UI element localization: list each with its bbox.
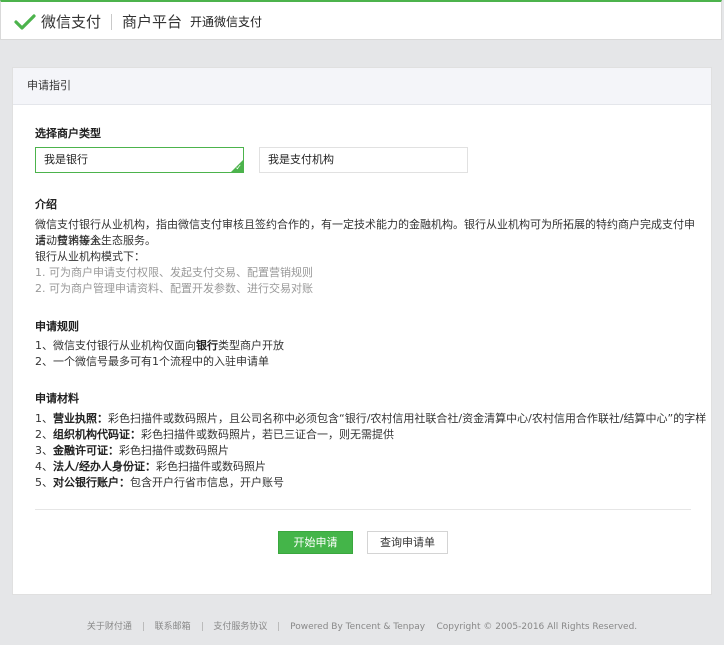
material-name: 法人/经办人身份证： <box>53 460 157 473</box>
content-divider <box>35 509 691 510</box>
footer-link-about[interactable]: 关于财付通 <box>87 622 132 632</box>
footer-link-agreement[interactable]: 支付服务协议 <box>213 622 267 632</box>
material-name: 金融许可证： <box>53 444 119 457</box>
start-application-button[interactable]: 开始申请 <box>278 531 353 554</box>
type-option-payment-institution[interactable]: 我是支付机构 <box>259 147 468 173</box>
type-option-label: 我是银行 <box>44 153 88 166</box>
footer-copyright: Copyright © 2005-2016 All Rights Reserve… <box>436 622 638 632</box>
footer-divider <box>201 622 203 631</box>
query-application-button[interactable]: 查询申请单 <box>367 531 448 554</box>
material-item: 2、组织机构代码证：彩色扫描件或数码照片，若已三证合一，则无需提供 <box>35 427 394 443</box>
rule-bold-text: 银行 <box>196 339 218 352</box>
mode-title: 银行从业机构模式下： <box>35 250 145 263</box>
open-wechat-pay-link[interactable]: 开通微信支付 <box>190 13 262 30</box>
material-num: 1、 <box>35 412 53 425</box>
materials-heading: 申请材料 <box>35 392 79 405</box>
check-icon: ✓ <box>235 163 242 172</box>
material-desc: 彩色扫描件或数码照片 <box>156 460 267 473</box>
mode-item: 2. 可为商户管理申请资料、配置开发参数、进行交易对账 <box>35 282 313 295</box>
brand-divider <box>111 13 113 30</box>
material-desc: 包含开户行省市信息，开户账号 <box>130 476 284 489</box>
type-option-label: 我是支付机构 <box>268 153 334 166</box>
material-item: 3、金融许可证：彩色扫描件或数码照片 <box>35 443 229 459</box>
rule-text: 1、微信支付银行从业机构仅面向 <box>35 339 196 352</box>
material-desc: 彩色扫描件或数码照片，且公司名称中必须包含“银行/农村信用社联合社/资金清算中心… <box>108 412 707 425</box>
rule-item-2: 2、一个微信号最多可有1个流程中的入驻申请单 <box>35 355 269 368</box>
brand-name: 微信支付 <box>41 13 102 31</box>
material-name: 营业执照： <box>53 412 108 425</box>
intro-heading: 介绍 <box>35 198 57 211</box>
intro-text-line2: 活动营销等全生态服务。 <box>35 234 156 247</box>
material-num: 4、 <box>35 460 53 473</box>
material-desc: 彩色扫描件或数码照片 <box>119 444 229 457</box>
material-name: 对公银行账户： <box>53 476 130 489</box>
rule-text: 类型商户开放 <box>218 339 284 352</box>
rules-heading: 申请规则 <box>35 320 79 333</box>
type-option-bank[interactable]: 我是银行 ✓ <box>35 147 244 173</box>
material-item: 5、对公银行账户：包含开户行省市信息，开户账号 <box>35 475 284 491</box>
material-num: 2、 <box>35 428 53 441</box>
select-type-heading: 选择商户类型 <box>35 127 101 140</box>
application-guide-card: 申请指引 选择商户类型 我是银行 ✓ 我是支付机构 介绍 微信支付银行从业机构，… <box>12 67 712 595</box>
footer-divider <box>142 622 144 631</box>
top-bar: 微信支付 商户平台 开通微信支付 <box>0 0 722 40</box>
material-desc: 彩色扫描件或数码照片，若已三证合一，则无需提供 <box>141 428 394 441</box>
brand: 微信支付 商户平台 开通微信支付 <box>13 11 262 32</box>
mode-item: 1. 可为商户申请支付权限、发起支付交易、配置营销规则 <box>35 266 313 279</box>
material-num: 3、 <box>35 444 53 457</box>
rule-item-1: 1、微信支付银行从业机构仅面向银行类型商户开放 <box>35 338 284 354</box>
footer-powered: Powered By Tencent & Tenpay <box>290 622 426 632</box>
wechat-pay-logo-icon[interactable] <box>13 13 37 31</box>
material-name: 组织机构代码证： <box>53 428 141 441</box>
material-num: 5、 <box>35 476 53 489</box>
footer-link-email[interactable]: 联系邮箱 <box>155 622 191 632</box>
footer-divider <box>278 622 280 631</box>
card-title: 申请指引 <box>13 68 711 105</box>
material-item: 4、法人/经办人身份证：彩色扫描件或数码照片 <box>35 459 266 475</box>
platform-title: 商户平台 <box>122 13 183 31</box>
material-item: 1、营业执照：彩色扫描件或数码照片，且公司名称中必须包含“银行/农村信用社联合社… <box>35 411 706 427</box>
footer: 关于财付通 联系邮箱 支付服务协议 Powered By Tencent & T… <box>0 619 724 632</box>
